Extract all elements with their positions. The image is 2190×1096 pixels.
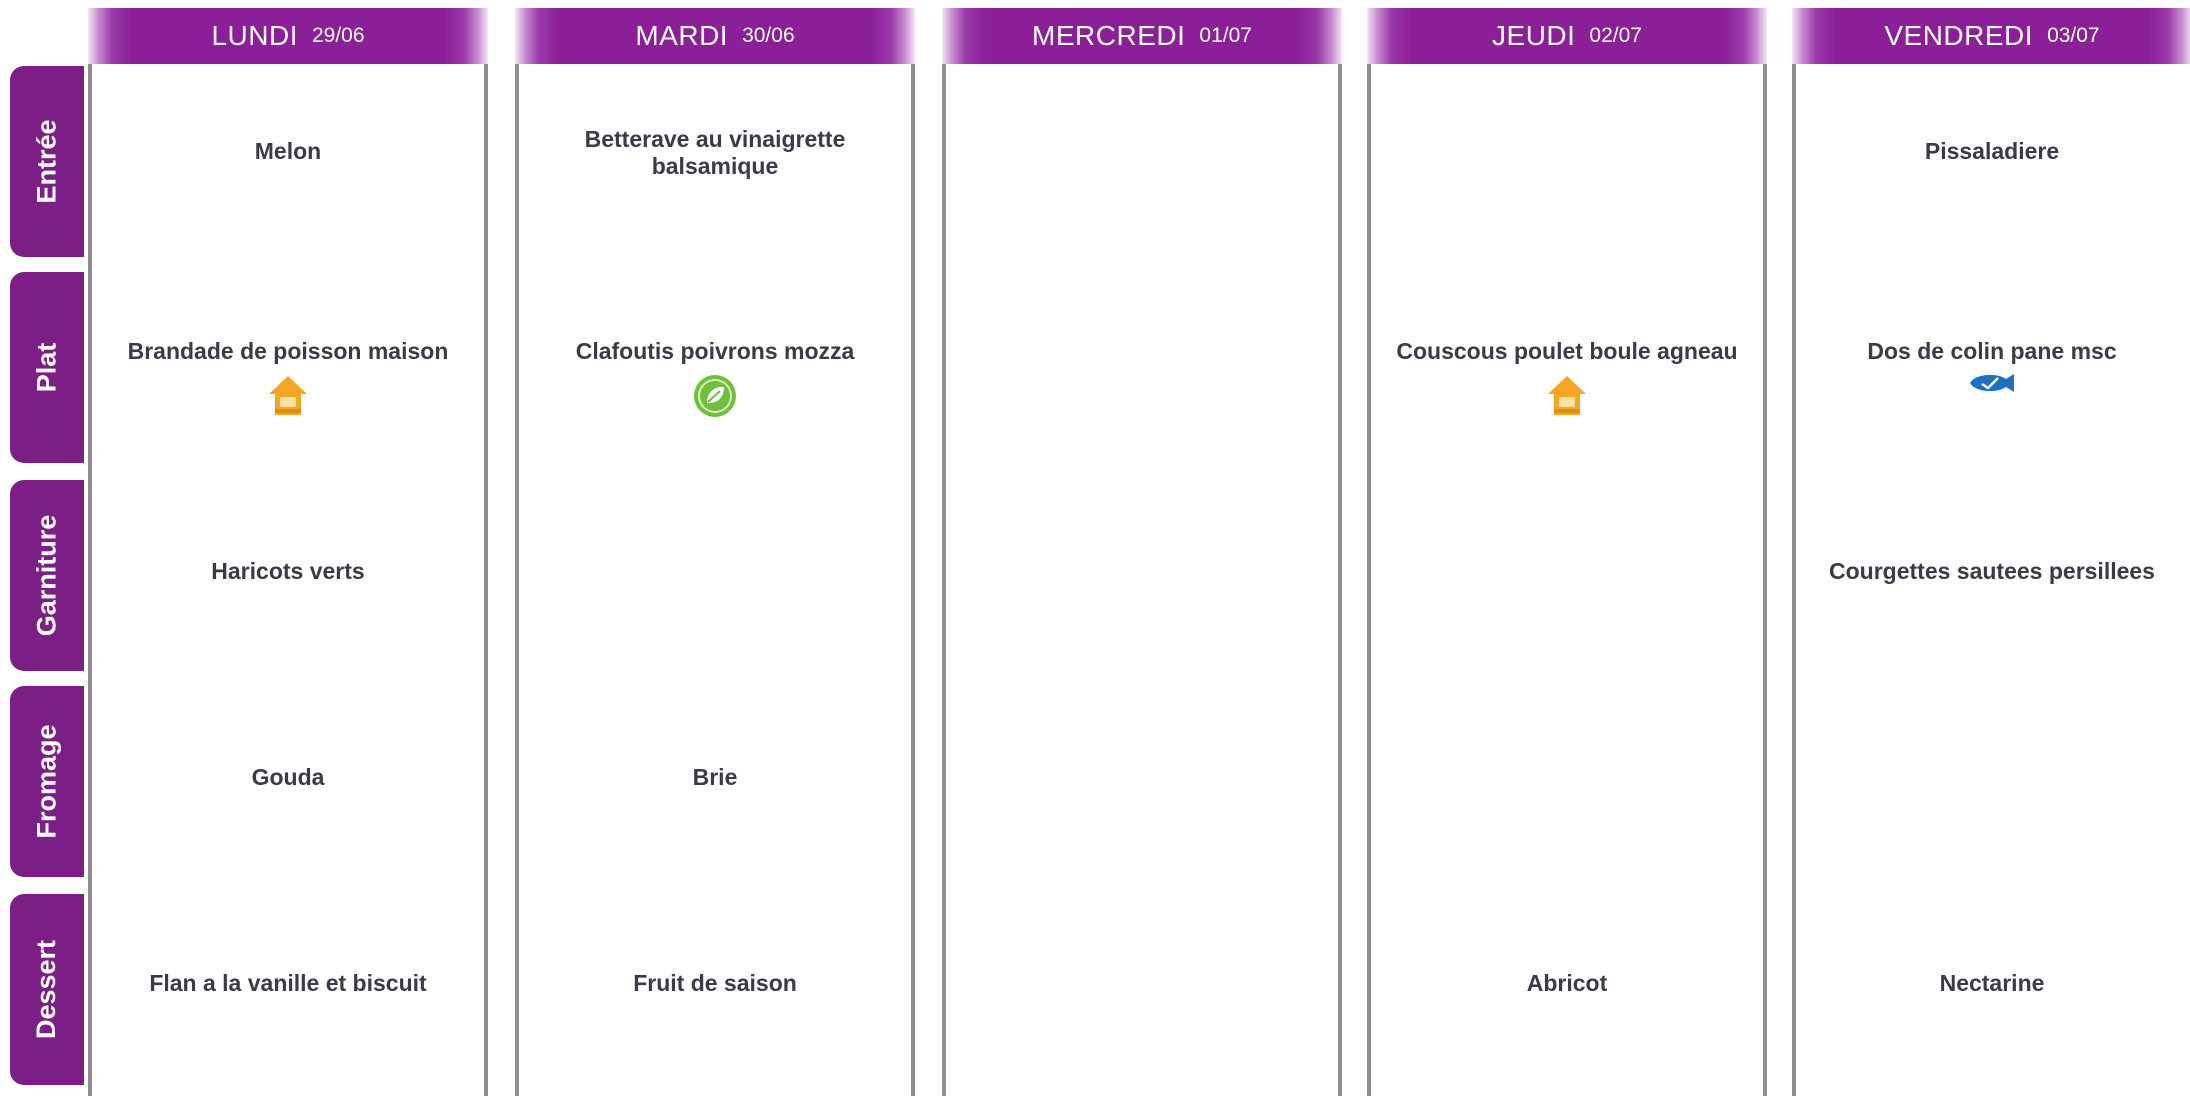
entree-cell: Betterave au vinaigrette balsamique [523, 126, 907, 180]
dessert-cell: Fruit de saison [523, 970, 907, 997]
day-name: LUNDI [211, 20, 298, 51]
column-divider [942, 64, 946, 1096]
day-date: 03/07 [2047, 24, 2100, 47]
plat-cell: Brandade de poisson maison [96, 338, 480, 419]
row-label-fromage: Fromage [10, 686, 84, 877]
house-homemade-icon [269, 376, 307, 415]
day-name: JEUDI [1492, 20, 1576, 51]
day-header: JEUDI 02/07 [1367, 8, 1767, 64]
garniture-cell: Haricots verts [96, 558, 480, 585]
dessert-cell: Flan a la vanille et biscuit [96, 970, 480, 997]
dessert-dish: Flan a la vanille et biscuit [149, 970, 427, 996]
entree-cell: Melon [96, 138, 480, 165]
vegetarian-leaf-icon [694, 375, 736, 417]
day-date: 30/06 [742, 24, 795, 47]
row-label-plat: Plat [10, 272, 84, 463]
row-label-garniture: Garniture [10, 480, 84, 671]
dessert-cell: Nectarine [1800, 970, 2184, 997]
garniture-cell: Courgettes sautees persillees [1800, 558, 2184, 585]
day-header: VENDREDI 03/07 [1792, 8, 2190, 64]
plat-dish: Brandade de poisson maison [127, 338, 449, 364]
day-header: MARDI 30/06 [515, 8, 915, 64]
plat-dish: Couscous poulet boule agneau [1396, 338, 1738, 364]
column-divider [911, 64, 915, 1096]
garniture-dish: Haricots verts [211, 558, 365, 584]
garniture-dish: Courgettes sautees persillees [1829, 558, 2155, 584]
day-column-vendredi: VENDREDI 03/07 Pissaladiere Dos de colin… [1792, 8, 2190, 1096]
day-name: MERCREDI [1032, 20, 1186, 51]
day-date: 01/07 [1199, 24, 1252, 47]
day-name: VENDREDI [1884, 20, 2034, 51]
column-divider [1792, 64, 1796, 1096]
column-divider [1367, 64, 1371, 1096]
fromage-dish: Gouda [251, 764, 325, 790]
column-divider [484, 64, 488, 1096]
entree-cell: Pissaladiere [1800, 138, 2184, 165]
day-header: LUNDI 29/06 [88, 8, 488, 64]
dessert-dish: Abricot [1526, 970, 1608, 996]
day-column-lundi: LUNDI 29/06 Melon Brandade de poisson ma… [88, 8, 488, 1096]
fromage-dish: Brie [692, 764, 738, 790]
entree-dish: Pissaladiere [1924, 138, 2060, 164]
day-column-jeudi: JEUDI 02/07 Couscous poulet boule agneau… [1367, 8, 1767, 1096]
column-divider [88, 64, 92, 1096]
house-homemade-icon [1548, 376, 1586, 415]
fromage-cell: Brie [523, 764, 907, 791]
row-label-dessert: Dessert [10, 894, 84, 1085]
plat-cell: Dos de colin pane msc [1800, 338, 2184, 395]
dessert-dish: Fruit de saison [633, 970, 797, 996]
day-name: MARDI [635, 20, 729, 51]
day-column-mardi: MARDI 30/06 Betterave au vinaigrette bal… [515, 8, 915, 1096]
dessert-dish: Nectarine [1939, 970, 2045, 996]
plat-cell: Couscous poulet boule agneau [1375, 338, 1759, 419]
msc-fish-label-icon [1970, 374, 2014, 392]
day-date: 29/06 [311, 24, 365, 47]
dessert-cell: Abricot [1375, 970, 1759, 997]
entree-dish: Melon [254, 138, 322, 164]
day-column-mercredi: MERCREDI 01/07 [942, 8, 1342, 1096]
fromage-cell: Gouda [96, 764, 480, 791]
column-divider [515, 64, 519, 1096]
day-header: MERCREDI 01/07 [942, 8, 1342, 64]
row-label-entree: Entrée [10, 66, 84, 257]
entree-dish: Betterave au vinaigrette balsamique [584, 126, 846, 179]
day-date: 02/07 [1589, 24, 1642, 47]
plat-cell: Clafoutis poivrons mozza [523, 338, 907, 419]
plat-dish: Dos de colin pane msc [1867, 338, 2117, 364]
column-divider [1338, 64, 1342, 1096]
column-divider [1763, 64, 1767, 1096]
plat-dish: Clafoutis poivrons mozza [575, 338, 855, 364]
